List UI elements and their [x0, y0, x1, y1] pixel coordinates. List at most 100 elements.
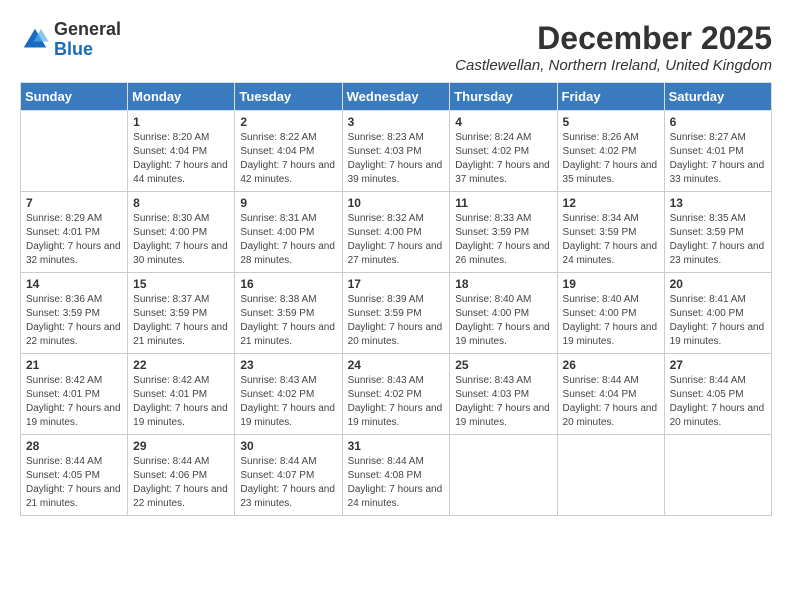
day-info: Sunrise: 8:41 AMSunset: 4:00 PMDaylight:… [670, 293, 766, 349]
day-number: 11 [455, 196, 551, 210]
day-info: Sunrise: 8:43 AMSunset: 4:02 PMDaylight:… [240, 374, 336, 430]
calendar-cell: 9 Sunrise: 8:31 AMSunset: 4:00 PMDaylight… [235, 192, 342, 273]
column-header-saturday: Saturday [664, 83, 771, 111]
day-number: 19 [563, 277, 659, 291]
calendar-cell: 27 Sunrise: 8:44 AMSunset: 4:05 PMDayligh… [664, 354, 771, 435]
calendar-cell [557, 435, 664, 516]
day-info: Sunrise: 8:36 AMSunset: 3:59 PMDaylight:… [26, 293, 122, 349]
calendar-cell: 5 Sunrise: 8:26 AMSunset: 4:02 PMDaylight… [557, 111, 664, 192]
day-number: 15 [133, 277, 229, 291]
calendar-cell: 24 Sunrise: 8:43 AMSunset: 4:02 PMDayligh… [342, 354, 450, 435]
calendar-cell: 21Sunrise: 8:42 AMSunset: 4:01 PMDayligh… [21, 354, 128, 435]
day-number: 7 [26, 196, 122, 210]
calendar-week-row: 21Sunrise: 8:42 AMSunset: 4:01 PMDayligh… [21, 354, 772, 435]
day-number: 1 [133, 115, 229, 129]
day-info: Sunrise: 8:40 AMSunset: 4:00 PMDaylight:… [455, 293, 551, 349]
day-info: Sunrise: 8:30 AMSunset: 4:00 PMDaylight:… [133, 212, 229, 268]
day-number: 21 [26, 358, 122, 372]
calendar-week-row: 1 Sunrise: 8:20 AMSunset: 4:04 PMDaylight… [21, 111, 772, 192]
logo-icon [20, 25, 50, 55]
calendar-week-row: 28Sunrise: 8:44 AMSunset: 4:05 PMDayligh… [21, 435, 772, 516]
calendar-cell [21, 111, 128, 192]
day-info: Sunrise: 8:24 AMSunset: 4:02 PMDaylight:… [455, 131, 551, 187]
day-number: 8 [133, 196, 229, 210]
calendar-cell: 2Sunrise: 8:22 AMSunset: 4:04 PMDaylight… [235, 111, 342, 192]
day-info: Sunrise: 8:20 AMSunset: 4:04 PMDaylight:… [133, 131, 229, 187]
day-number: 16 [240, 277, 336, 291]
day-number: 27 [670, 358, 766, 372]
day-number: 5 [563, 115, 659, 129]
calendar-cell: 3 Sunrise: 8:23 AMSunset: 4:03 PMDaylight… [342, 111, 450, 192]
day-info: Sunrise: 8:44 AMSunset: 4:05 PMDaylight:… [670, 374, 766, 430]
calendar-week-row: 7 Sunrise: 8:29 AMSunset: 4:01 PMDaylight… [21, 192, 772, 273]
day-number: 20 [670, 277, 766, 291]
day-number: 13 [670, 196, 766, 210]
day-info: Sunrise: 8:39 AMSunset: 3:59 PMDaylight:… [348, 293, 445, 349]
location-subtitle: Castlewellan, Northern Ireland, United K… [455, 57, 772, 74]
calendar-cell: 4 Sunrise: 8:24 AMSunset: 4:02 PMDaylight… [450, 111, 557, 192]
day-info: Sunrise: 8:38 AMSunset: 3:59 PMDaylight:… [240, 293, 336, 349]
day-number: 14 [26, 277, 122, 291]
calendar-cell: 14 Sunrise: 8:36 AMSunset: 3:59 PMDayligh… [21, 273, 128, 354]
page-header: General Blue December 2025 Castlewellan,… [20, 20, 772, 74]
day-number: 25 [455, 358, 551, 372]
day-info: Sunrise: 8:43 AMSunset: 4:02 PMDaylight:… [348, 374, 445, 430]
column-header-thursday: Thursday [450, 83, 557, 111]
calendar-cell: 18 Sunrise: 8:40 AMSunset: 4:00 PMDayligh… [450, 273, 557, 354]
month-title: December 2025 [455, 20, 772, 57]
day-info: Sunrise: 8:29 AMSunset: 4:01 PMDaylight:… [26, 212, 122, 268]
day-number: 6 [670, 115, 766, 129]
day-number: 30 [240, 439, 336, 453]
column-header-friday: Friday [557, 83, 664, 111]
calendar-cell: 31 Sunrise: 8:44 AMSunset: 4:08 PMDayligh… [342, 435, 450, 516]
day-info: Sunrise: 8:23 AMSunset: 4:03 PMDaylight:… [348, 131, 445, 187]
calendar-cell: 16 Sunrise: 8:38 AMSunset: 3:59 PMDayligh… [235, 273, 342, 354]
day-info: Sunrise: 8:26 AMSunset: 4:02 PMDaylight:… [563, 131, 659, 187]
day-number: 31 [348, 439, 445, 453]
logo-blue: Blue [54, 39, 93, 59]
day-info: Sunrise: 8:44 AMSunset: 4:06 PMDaylight:… [133, 455, 229, 511]
title-block: December 2025 Castlewellan, Northern Ire… [455, 20, 772, 74]
day-number: 12 [563, 196, 659, 210]
day-number: 9 [240, 196, 336, 210]
logo: General Blue [20, 20, 121, 60]
calendar-cell: 8 Sunrise: 8:30 AMSunset: 4:00 PMDaylight… [128, 192, 235, 273]
calendar-cell: 26 Sunrise: 8:44 AMSunset: 4:04 PMDayligh… [557, 354, 664, 435]
day-info: Sunrise: 8:44 AMSunset: 4:04 PMDaylight:… [563, 374, 659, 430]
day-number: 17 [348, 277, 445, 291]
day-number: 23 [240, 358, 336, 372]
column-header-wednesday: Wednesday [342, 83, 450, 111]
calendar-cell: 20 Sunrise: 8:41 AMSunset: 4:00 PMDayligh… [664, 273, 771, 354]
day-info: Sunrise: 8:44 AMSunset: 4:07 PMDaylight:… [240, 455, 336, 511]
column-header-sunday: Sunday [21, 83, 128, 111]
logo-text: General Blue [54, 20, 121, 60]
day-number: 24 [348, 358, 445, 372]
calendar-week-row: 14 Sunrise: 8:36 AMSunset: 3:59 PMDayligh… [21, 273, 772, 354]
day-number: 29 [133, 439, 229, 453]
day-info: Sunrise: 8:34 AMSunset: 3:59 PMDaylight:… [563, 212, 659, 268]
day-info: Sunrise: 8:35 AMSunset: 3:59 PMDaylight:… [670, 212, 766, 268]
day-number: 26 [563, 358, 659, 372]
day-info: Sunrise: 8:31 AMSunset: 4:00 PMDaylight:… [240, 212, 336, 268]
day-number: 18 [455, 277, 551, 291]
calendar-header-row: SundayMondayTuesdayWednesdayThursdayFrid… [21, 83, 772, 111]
day-number: 3 [348, 115, 445, 129]
day-info: Sunrise: 8:32 AMSunset: 4:00 PMDaylight:… [348, 212, 445, 268]
calendar-cell: 17 Sunrise: 8:39 AMSunset: 3:59 PMDayligh… [342, 273, 450, 354]
calendar-cell: 22Sunrise: 8:42 AMSunset: 4:01 PMDayligh… [128, 354, 235, 435]
calendar-cell: 1 Sunrise: 8:20 AMSunset: 4:04 PMDaylight… [128, 111, 235, 192]
calendar-cell: 19Sunrise: 8:40 AMSunset: 4:00 PMDayligh… [557, 273, 664, 354]
calendar-cell: 6 Sunrise: 8:27 AMSunset: 4:01 PMDaylight… [664, 111, 771, 192]
calendar-cell [664, 435, 771, 516]
day-number: 4 [455, 115, 551, 129]
day-info: Sunrise: 8:22 AMSunset: 4:04 PMDaylight:… [240, 131, 336, 187]
calendar-cell: 28Sunrise: 8:44 AMSunset: 4:05 PMDayligh… [21, 435, 128, 516]
day-number: 28 [26, 439, 122, 453]
day-info: Sunrise: 8:27 AMSunset: 4:01 PMDaylight:… [670, 131, 766, 187]
day-number: 22 [133, 358, 229, 372]
column-header-tuesday: Tuesday [235, 83, 342, 111]
day-info: Sunrise: 8:44 AMSunset: 4:08 PMDaylight:… [348, 455, 445, 511]
calendar-cell: 29 Sunrise: 8:44 AMSunset: 4:06 PMDayligh… [128, 435, 235, 516]
calendar-cell: 30 Sunrise: 8:44 AMSunset: 4:07 PMDayligh… [235, 435, 342, 516]
calendar-cell: 12 Sunrise: 8:34 AMSunset: 3:59 PMDayligh… [557, 192, 664, 273]
